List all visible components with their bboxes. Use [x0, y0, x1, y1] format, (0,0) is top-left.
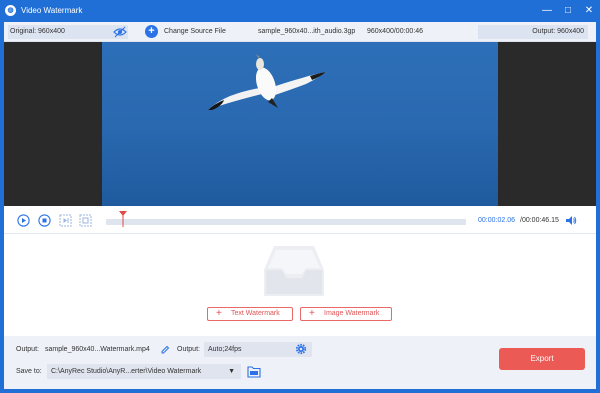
edit-icon[interactable]: [161, 345, 170, 354]
info-bar: Original: 960x400 + Change Source File s…: [4, 22, 596, 42]
chevron-down-icon: ▼: [228, 368, 235, 375]
plus-icon: +: [309, 308, 315, 319]
title-bar: ◍ Video Watermark — □ ✕: [0, 0, 600, 22]
save-path-value: C:\AnyRec Studio\AnyR...erter\Video Wate…: [51, 368, 202, 375]
image-watermark-button[interactable]: + Image Watermark: [300, 307, 392, 321]
output-filename[interactable]: sample_960x40...Watermark.mp4: [45, 346, 150, 353]
output-format-value: Auto;24fps: [208, 346, 242, 353]
eye-toggle-icon[interactable]: [113, 26, 127, 38]
screenshot-icon[interactable]: [79, 214, 92, 227]
change-source-button[interactable]: Change Source File: [164, 28, 226, 35]
folder-icon[interactable]: [247, 365, 261, 378]
playhead-marker[interactable]: [118, 210, 128, 228]
text-watermark-button[interactable]: + Text Watermark: [207, 307, 293, 321]
total-time: /00:00:46.15: [520, 217, 559, 224]
source-filename: sample_960x40...ith_audio.3gp: [258, 28, 356, 35]
source-meta: 960x400/00:00:46: [367, 28, 424, 35]
current-time: 00:00:02.06: [478, 217, 515, 224]
gear-icon[interactable]: [295, 343, 307, 355]
timeline-track[interactable]: [106, 219, 466, 225]
output-settings: Output: sample_960x40...Watermark.mp4 Ou…: [4, 336, 596, 389]
original-size: Original: 960x400: [8, 25, 128, 39]
plus-icon: +: [216, 308, 222, 319]
save-path-select[interactable]: C:\AnyRec Studio\AnyR...erter\Video Wate…: [47, 364, 241, 379]
window-title: Video Watermark: [21, 6, 83, 15]
output-format-label: Output:: [177, 346, 200, 353]
next-frame-icon[interactable]: [59, 214, 72, 227]
play-icon[interactable]: [17, 214, 30, 227]
output-size: Output: 960x400: [478, 25, 588, 39]
add-source-icon[interactable]: +: [145, 25, 158, 38]
stop-icon[interactable]: [38, 214, 51, 227]
output-label: Output:: [16, 346, 39, 353]
minimize-button[interactable]: —: [540, 4, 554, 18]
video-preview[interactable]: [4, 42, 596, 206]
volume-icon[interactable]: [565, 215, 577, 226]
gannet-bird-image: [208, 54, 326, 110]
export-button[interactable]: Export: [499, 348, 585, 370]
close-button[interactable]: ✕: [582, 4, 596, 18]
save-to-label: Save to:: [16, 368, 42, 375]
video-frame: [102, 42, 498, 206]
maximize-button[interactable]: □: [561, 4, 575, 18]
watermark-area: + Text Watermark + Image Watermark: [4, 234, 596, 336]
water-drop-icon: ◍: [5, 5, 16, 16]
player-controls: 00:00:02.06 /00:00:46.15: [4, 206, 596, 234]
empty-tray-icon: [264, 246, 324, 296]
